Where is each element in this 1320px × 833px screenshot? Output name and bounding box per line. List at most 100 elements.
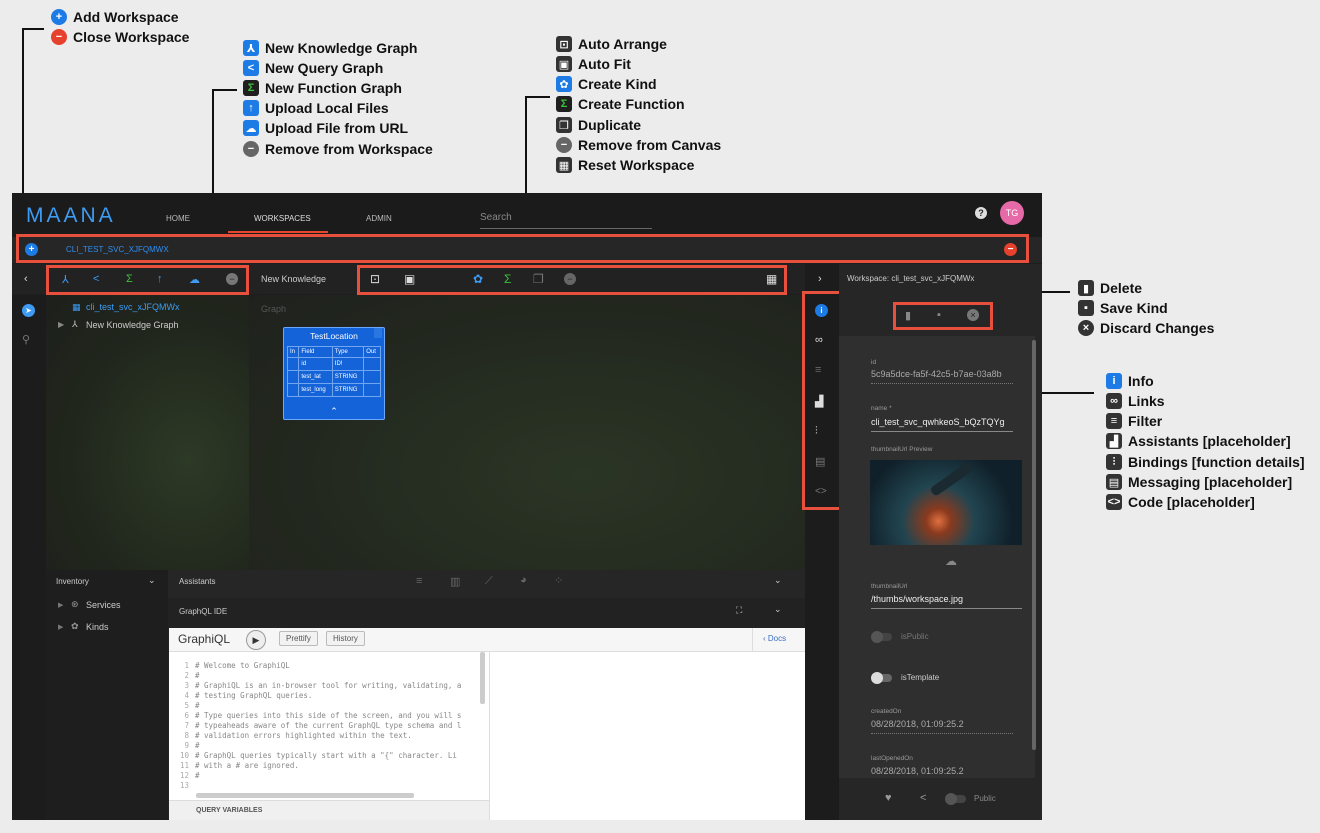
expand-icon[interactable]: ▶ [58,623,63,631]
tree-workspace-item[interactable]: cli_test_svc_xJFQMWx [86,302,180,312]
docs-button[interactable]: ‹ Docs [752,628,797,652]
field-thumbnail-url-input[interactable]: /thumbs/workspace.jpg [871,594,1022,609]
code-line: 2 # [184,671,200,680]
search-icon[interactable]: ⚲ [22,333,30,346]
field-name-input[interactable]: cli_test_svc_qwhkeoS_bQzTQYg [871,417,1013,432]
remove-from-canvas-icon[interactable]: − [564,273,576,285]
in-port[interactable] [286,383,300,397]
collapse-left-icon[interactable]: ‹ [24,273,28,285]
expand-icon[interactable]: ▶ [58,601,63,609]
connector-line [525,96,550,98]
query-editor[interactable]: 1 # Welcome to GraphiQL 2 # 3 # GraphiQL is… [169,653,489,798]
field-name: id [298,357,333,371]
chevron-down-icon[interactable]: ⌄ [148,575,156,586]
remove-from-workspace-icon[interactable]: − [226,273,238,285]
history-button[interactable]: History [326,631,365,646]
duplicate-icon[interactable]: ❐ [533,272,544,286]
in-port[interactable] [286,357,300,371]
out-port[interactable] [363,357,381,371]
cloud-upload-icon[interactable]: ☁ [945,554,957,568]
expand-icon[interactable]: ▶ [58,320,64,329]
panel-scrollbar[interactable] [1032,340,1036,750]
discard-icon[interactable]: × [967,309,979,321]
table-row[interactable]: test_long STRING [286,383,381,397]
upload-icon[interactable]: ↑ [157,273,163,285]
list-view-icon[interactable]: ≡ [416,575,422,587]
assistants-title: Assistants [179,577,216,586]
panel-form [839,336,1035,778]
auto-arrange-icon[interactable]: ⊡ [370,272,380,286]
save-icon[interactable]: ▪ [937,309,941,321]
knowledge-graph-icon[interactable]: ⅄ [62,273,69,286]
nav-workspaces[interactable]: WORKSPACES [254,214,311,223]
nav-home[interactable]: HOME [166,214,190,223]
connector-line [212,89,237,91]
field-type: STRING [331,370,365,384]
delete-icon[interactable]: ▮ [905,309,911,322]
is-template-toggle[interactable] [871,672,892,684]
share-icon[interactable]: < [920,792,926,804]
table-row[interactable]: test_lat STRING [286,370,381,384]
logo[interactable]: MAANA [26,204,116,228]
graph-label: Graph [261,304,287,314]
workspace-tab[interactable]: CLI_TEST_SVC_XJFQMWX [66,245,169,254]
reset-workspace-icon[interactable]: ▦ [766,272,777,286]
fullscreen-icon[interactable]: ⛶ [736,605,742,616]
code-icon[interactable]: <> [815,486,827,497]
close-workspace-button[interactable]: − [1004,243,1017,256]
tree-graph-item[interactable]: New Knowledge Graph [86,320,179,330]
inventory-item-services[interactable]: Services [86,600,121,610]
add-workspace-button[interactable]: + [25,243,38,256]
editor-h-scrollbar[interactable] [196,793,414,798]
out-port[interactable] [363,383,381,397]
field-label-thumbnail-preview: thumbnailUrl Preview [871,446,933,453]
pie-chart-icon[interactable]: ◕ [520,574,527,586]
chevron-down-icon[interactable]: ⌄ [774,604,782,615]
info-icon[interactable]: i [815,304,828,317]
assistants-icon[interactable]: ▟ [815,395,823,408]
bar-chart-icon[interactable]: ▥ [450,575,460,588]
filter-icon[interactable]: ≡ [815,364,821,376]
line-chart-icon[interactable]: ⟋ [485,575,493,588]
search-input[interactable]: Search [480,212,652,229]
function-graph-icon[interactable]: Σ [126,273,133,285]
bindings-icon[interactable]: ⫶ [815,425,818,438]
is-public-toggle[interactable] [871,631,892,643]
out-port[interactable] [363,370,381,384]
legend-remove-from-canvas: − Remove from Canvas [556,137,721,153]
query-variables-header[interactable]: QUERY VARIABLES [169,800,489,820]
auto-fit-icon[interactable]: ▣ [404,272,415,286]
avatar[interactable]: TG [1000,201,1024,225]
create-function-icon[interactable]: Σ [504,272,511,286]
legend-links: ∞ Links [1106,393,1165,409]
in-port[interactable] [286,370,300,384]
help-icon[interactable]: ? [975,207,987,219]
chevron-up-icon[interactable]: ⌃ [284,406,384,417]
scatter-chart-icon[interactable]: ⁘ [554,574,563,587]
table-row[interactable]: id ID! [286,357,381,371]
play-icon[interactable]: ▶ [246,630,266,650]
filter-icon: ≡ [1106,413,1122,429]
docs-label: Docs [767,634,787,643]
legend-bindings: ⫶ Bindings [function details] [1106,454,1305,470]
assistants-icon: ▟ [1106,433,1122,449]
cloud-upload-icon[interactable]: ☁ [189,273,200,286]
kind-card-title: TestLocation [310,331,358,341]
heart-icon[interactable]: ♥ [885,792,892,804]
kind-card[interactable]: TestLocation In Field Type Out id ID! te… [283,327,385,420]
compass-icon[interactable]: ➤ [22,304,35,317]
collapse-right-icon[interactable]: › [818,273,822,285]
nav-admin[interactable]: ADMIN [366,214,392,223]
toggle-knob [871,631,883,643]
messaging-icon[interactable]: ▤ [815,455,825,468]
public-toggle[interactable] [945,793,966,805]
inventory-item-kinds[interactable]: Kinds [86,622,109,632]
editor-scrollbar[interactable] [480,652,485,704]
link-icon[interactable]: ∞ [815,334,823,346]
prettify-button[interactable]: Prettify [279,631,318,646]
chevron-down-icon[interactable]: ⌄ [774,575,782,586]
query-graph-icon[interactable]: < [93,273,99,285]
field-type: STRING [331,383,365,397]
remove-circle-icon: − [243,141,259,157]
create-kind-icon[interactable]: ✿ [473,272,483,286]
